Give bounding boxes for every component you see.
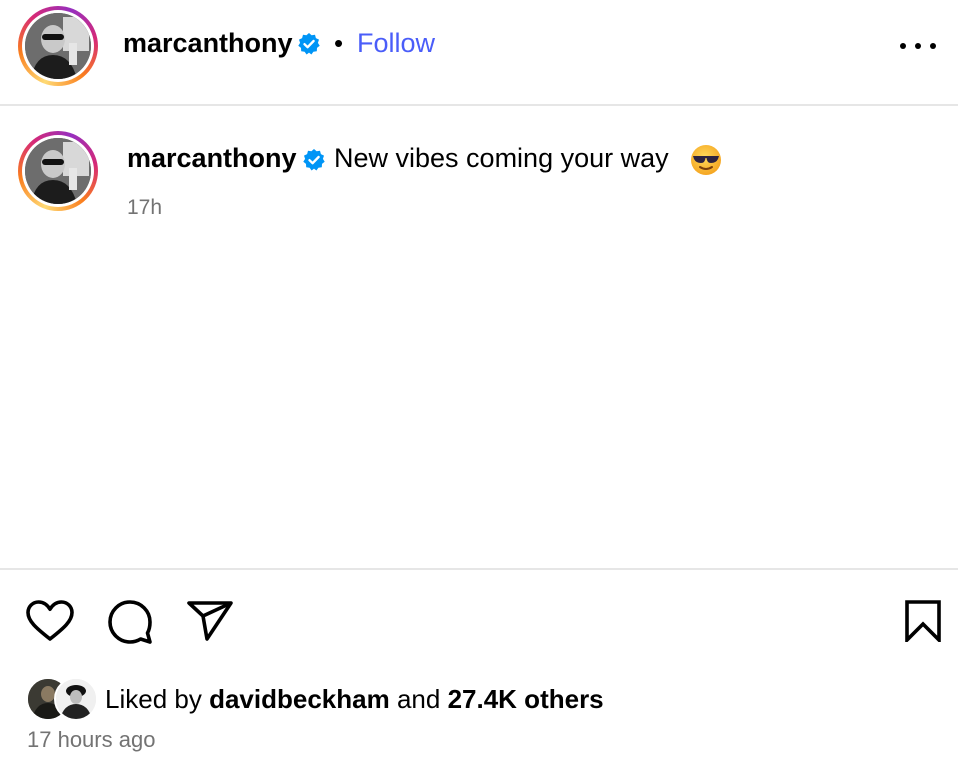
- header-separator: •: [334, 28, 344, 58]
- post-header: marcanthony • Follow: [0, 0, 958, 106]
- caption-avatar-story-ring[interactable]: [18, 131, 98, 211]
- more-options-icon[interactable]: [900, 32, 936, 60]
- header-avatar: [25, 13, 91, 79]
- follow-button[interactable]: Follow: [357, 28, 435, 59]
- caption-username[interactable]: marcanthony: [127, 143, 297, 174]
- liked-by-others-link[interactable]: 27.4K others: [448, 684, 604, 714]
- comment-icon[interactable]: [106, 598, 154, 651]
- liked-by-text: Liked by davidbeckham and 27.4K others: [105, 684, 604, 715]
- post-timestamp[interactable]: 17 hours ago: [27, 727, 155, 753]
- send-icon[interactable]: [186, 600, 234, 647]
- header-username[interactable]: marcanthony: [123, 28, 293, 59]
- heart-icon[interactable]: [26, 600, 74, 647]
- bookmark-icon[interactable]: [904, 600, 942, 647]
- caption-verified-badge-icon: [302, 148, 326, 177]
- caption-text: New vibes coming your way: [334, 143, 669, 173]
- caption-avatar: [25, 138, 91, 204]
- liker-avatar: [54, 677, 98, 721]
- post-time-short[interactable]: 17h: [127, 196, 162, 220]
- smiling-face-with-sunglasses-icon: [690, 144, 722, 181]
- header-avatar-story-ring[interactable]: [18, 6, 98, 86]
- actions-divider: [0, 568, 958, 570]
- liked-by-user-link[interactable]: davidbeckham: [209, 684, 390, 714]
- post-page: marcanthony • Follow marcanthony New vib…: [0, 0, 958, 762]
- liked-by-conjunction: and: [396, 684, 441, 714]
- liked-by-avatars[interactable]: [26, 677, 98, 721]
- liked-by-prefix: Liked by: [105, 684, 202, 714]
- verified-badge-icon: [297, 32, 321, 61]
